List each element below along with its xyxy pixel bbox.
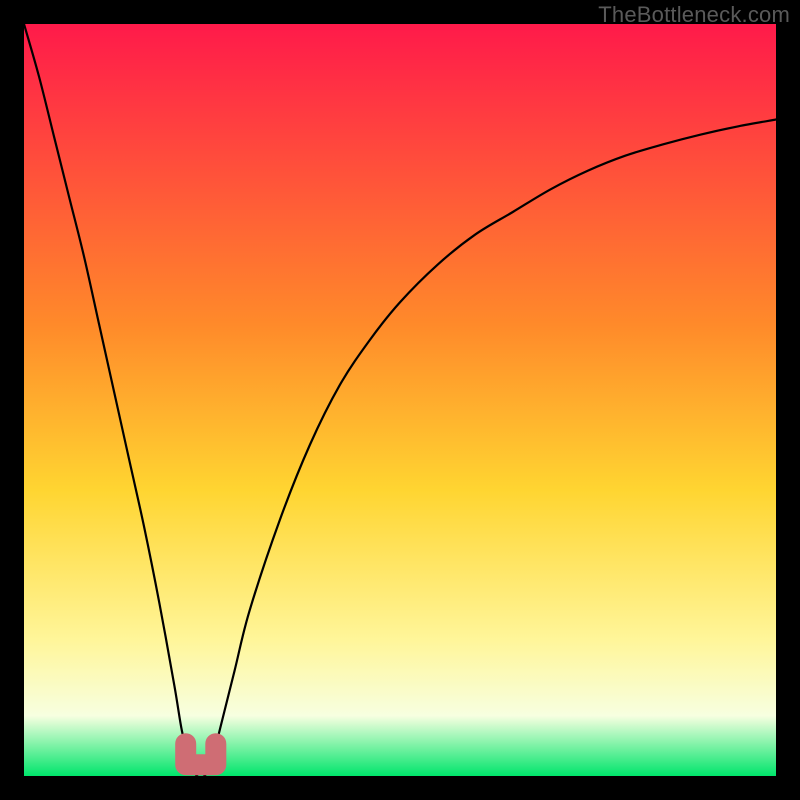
chart-frame: [24, 24, 776, 776]
watermark-text: TheBottleneck.com: [598, 2, 790, 28]
bottleneck-chart: [24, 24, 776, 776]
gradient-background: [24, 24, 776, 776]
